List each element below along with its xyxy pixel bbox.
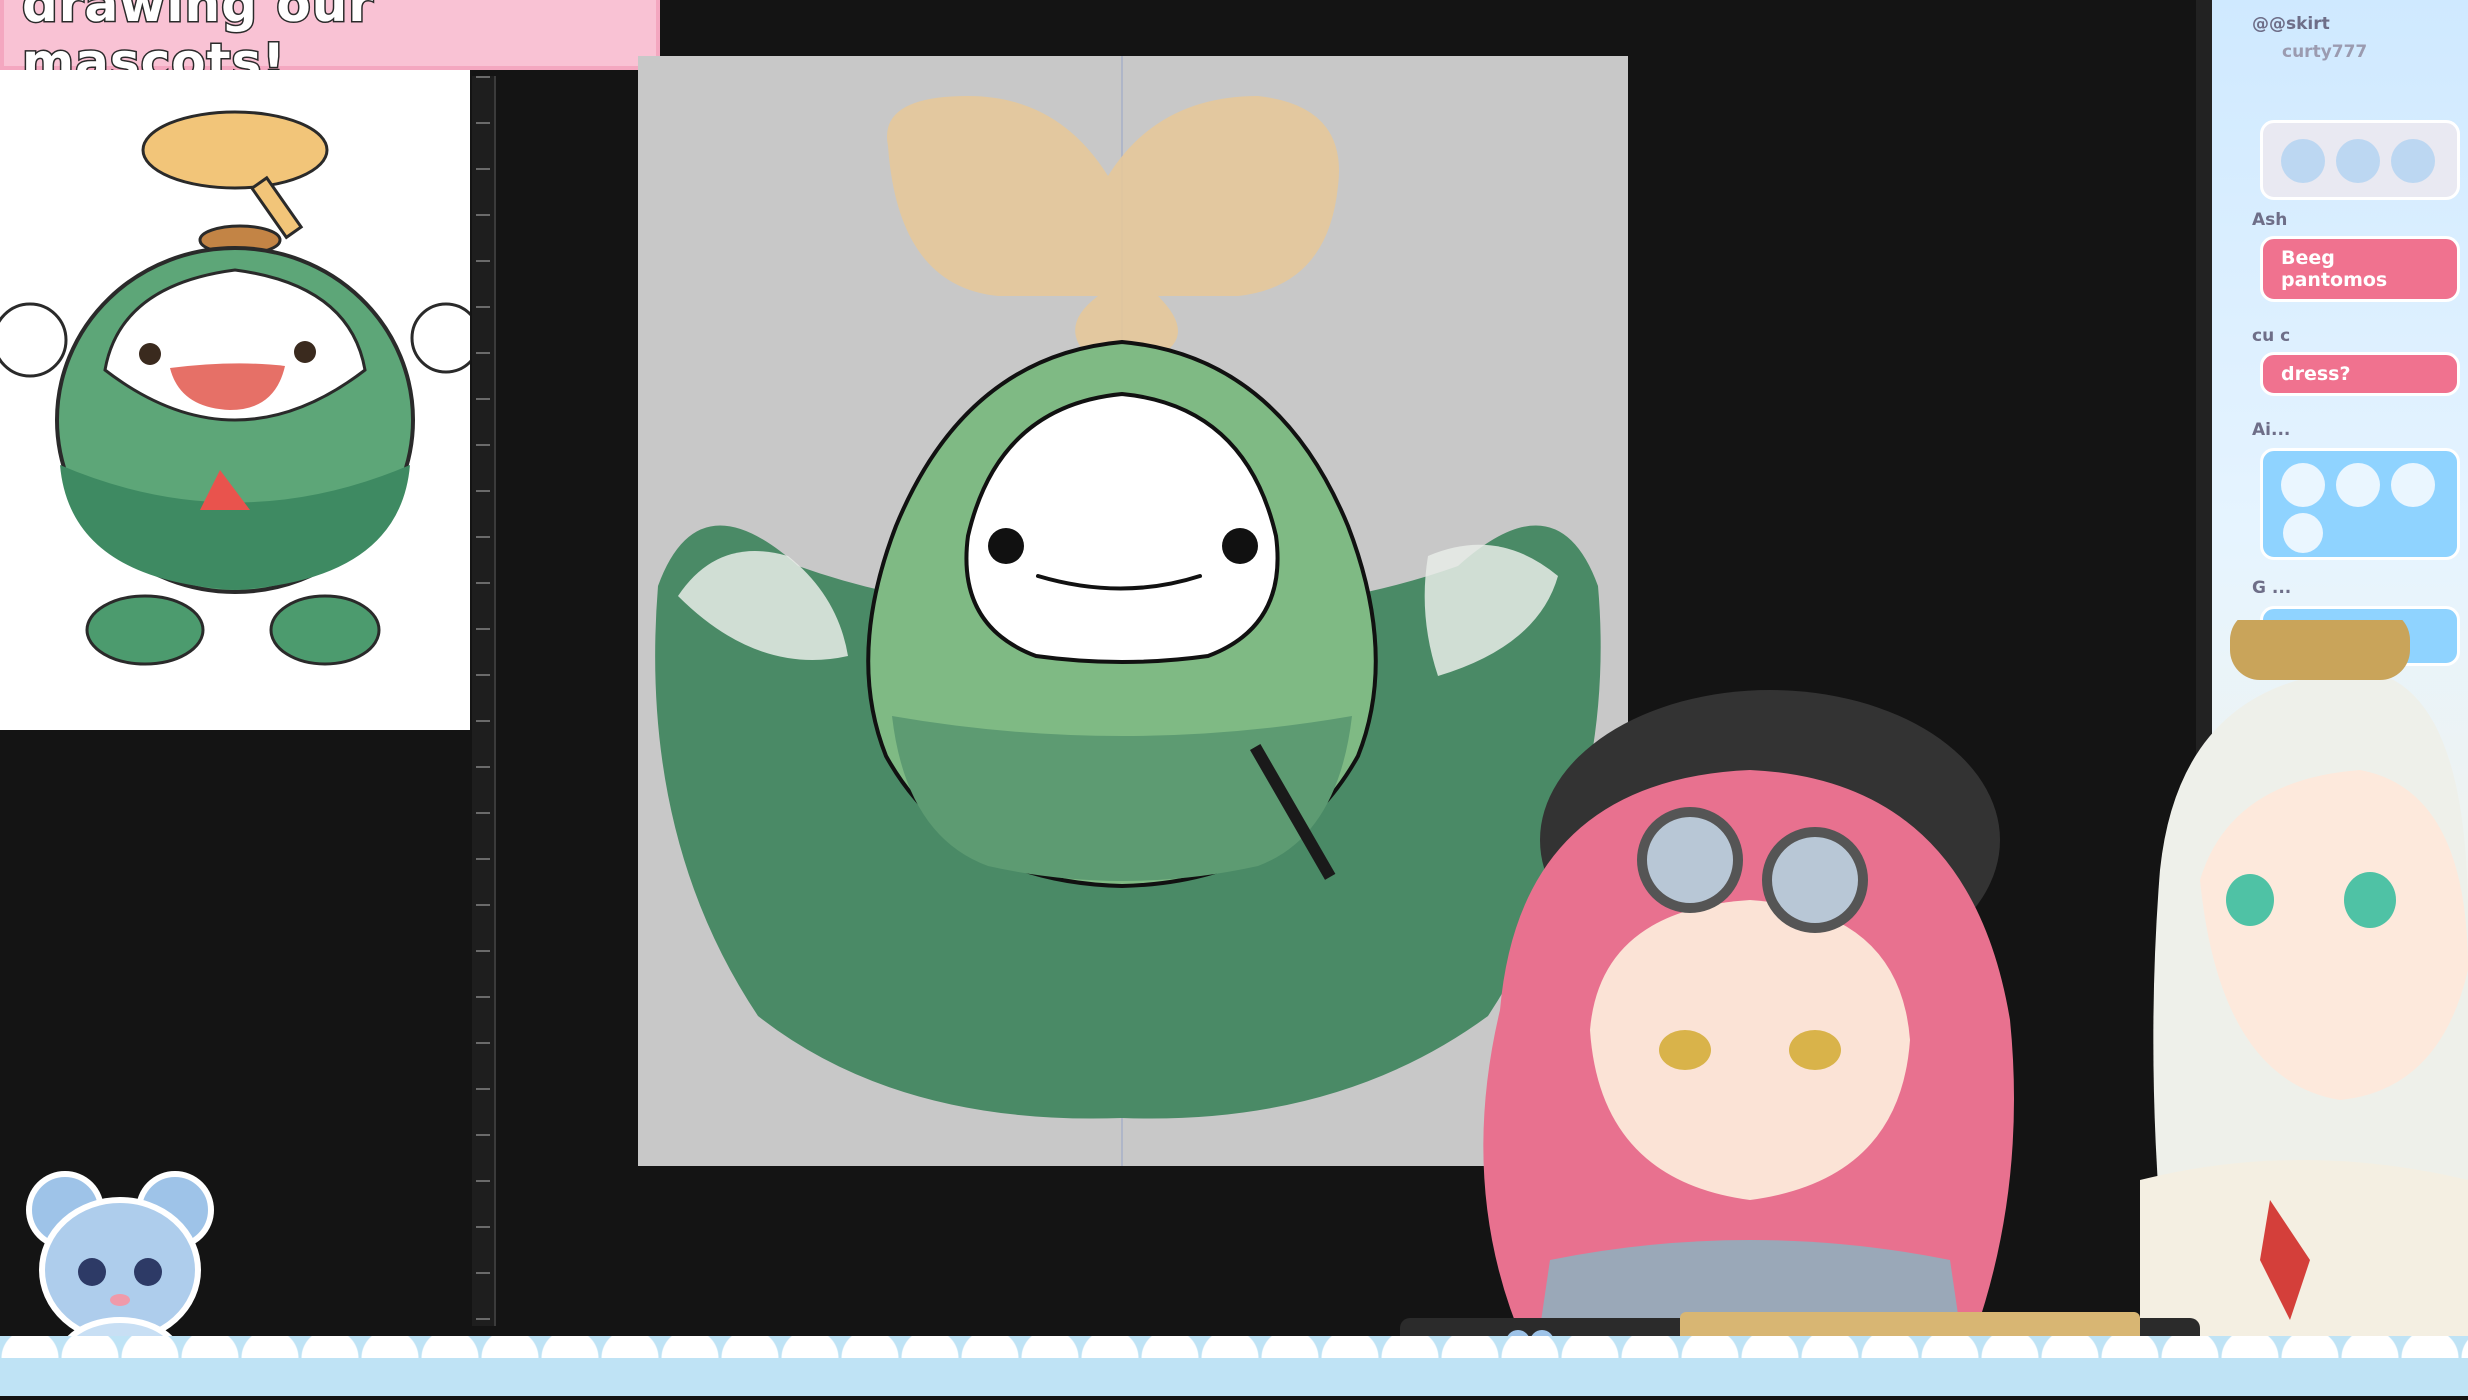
chat-username: cu c xyxy=(2252,326,2291,346)
stream-title-banner: drawing our mascots! xyxy=(0,0,660,93)
chat-username: Ash xyxy=(2252,210,2288,230)
chat-message-bubble: dress? xyxy=(2260,352,2460,396)
chat-username: G ... xyxy=(2252,578,2292,598)
chat-username: @@skirt xyxy=(2252,14,2330,34)
vtuber-avatar-pink-hair xyxy=(1250,660,2150,1396)
chat-message-bubble: Beeg pantomos xyxy=(2260,236,2460,302)
chat-username: Ai... xyxy=(2252,420,2291,440)
chat-message-text: curty777 xyxy=(2282,42,2368,62)
mouse-avatar-icon xyxy=(2281,463,2435,553)
chat-emote-message xyxy=(2260,448,2460,560)
mouse-avatar-icon xyxy=(2281,139,2435,183)
reference-mascot-illustration xyxy=(0,110,482,666)
chat-emote-row xyxy=(2260,120,2460,200)
bottom-decor-bar xyxy=(0,1336,2468,1396)
canvas-ruler xyxy=(472,76,496,1326)
vtuber-avatar-white-hair xyxy=(2140,610,2468,1396)
reference-image-panel xyxy=(0,70,482,730)
